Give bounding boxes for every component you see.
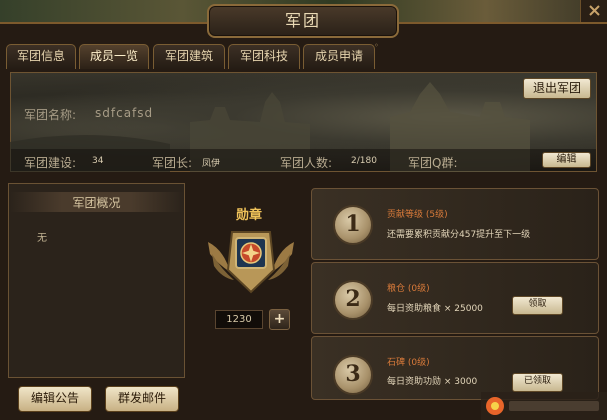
reward-title: 粮仓 (0级) [387, 284, 430, 294]
site-logo-icon [481, 392, 607, 420]
tab-guild-tech[interactable]: 军团科技 [228, 44, 300, 69]
rank-badge-3: 3 [333, 355, 373, 395]
leave-guild-button[interactable]: 退出军团 [523, 78, 591, 99]
reward-card-granary: 2 粮仓 (0级) 每日资助粮食 × 25000 领取 [311, 262, 599, 334]
medal-plus-button[interactable]: + [269, 309, 290, 330]
reward-desc: 每日资助功勋 × 3000 [387, 377, 478, 387]
claimed-button[interactable]: 已领取 [512, 373, 563, 392]
tab-member-list[interactable]: 成员一览 [79, 44, 149, 69]
guild-construction-label: 军团建设: [24, 156, 77, 170]
guild-leader-value: 凤伊 [202, 159, 221, 169]
medal-count-field: 1230 [215, 310, 263, 329]
edit-notice-button[interactable]: 编辑公告 [18, 386, 92, 412]
tab-guild-info[interactable]: 军团信息 [6, 44, 76, 69]
window-title: 军团 [284, 11, 321, 30]
overview-body: 无 [37, 233, 47, 244]
medal-emblem-icon [208, 231, 294, 294]
tab-guild-buildings[interactable]: 军团建筑 [153, 44, 225, 69]
guild-members-label: 军团人数: [280, 156, 333, 170]
reward-card-stele: 3 石碑 (0级) 每日资助功勋 × 3000 已领取 [311, 336, 599, 400]
guild-name-value: sdfcafsd [95, 106, 154, 120]
guild-leader-label: 军团长: [152, 156, 193, 170]
reward-card-contribution: 1 贡献等级 (5级) 还需要累积贡献分457提升至下一级 [311, 188, 599, 260]
claim-button[interactable]: 领取 [512, 296, 563, 315]
overview-panel [8, 183, 185, 378]
guild-members-value: 2/180 [351, 156, 377, 166]
reward-title: 贡献等级 (5级) [387, 210, 448, 220]
guild-construction-value: 34 [92, 156, 104, 166]
rank-badge-2: 2 [333, 280, 373, 320]
tab-corner-ornament: ◦ [374, 41, 379, 50]
close-button[interactable] [580, 0, 607, 22]
reward-title: 石碑 (0级) [387, 358, 430, 368]
tab-member-requests[interactable]: 成员申请 [303, 44, 375, 69]
guild-name-label: 军团名称: [24, 108, 77, 122]
close-icon [589, 5, 600, 16]
rank-badge-1: 1 [333, 205, 373, 245]
reward-desc: 每日资助粮食 × 25000 [387, 304, 483, 314]
reward-desc: 还需要累积贡献分457提升至下一级 [387, 230, 531, 240]
guild-qq-group-label: 军团Q群: [408, 156, 458, 170]
edit-guild-button[interactable]: 编辑 [542, 152, 591, 168]
send-mail-button[interactable]: 群发邮件 [105, 386, 179, 412]
overview-title: 军团概况 [72, 196, 121, 210]
